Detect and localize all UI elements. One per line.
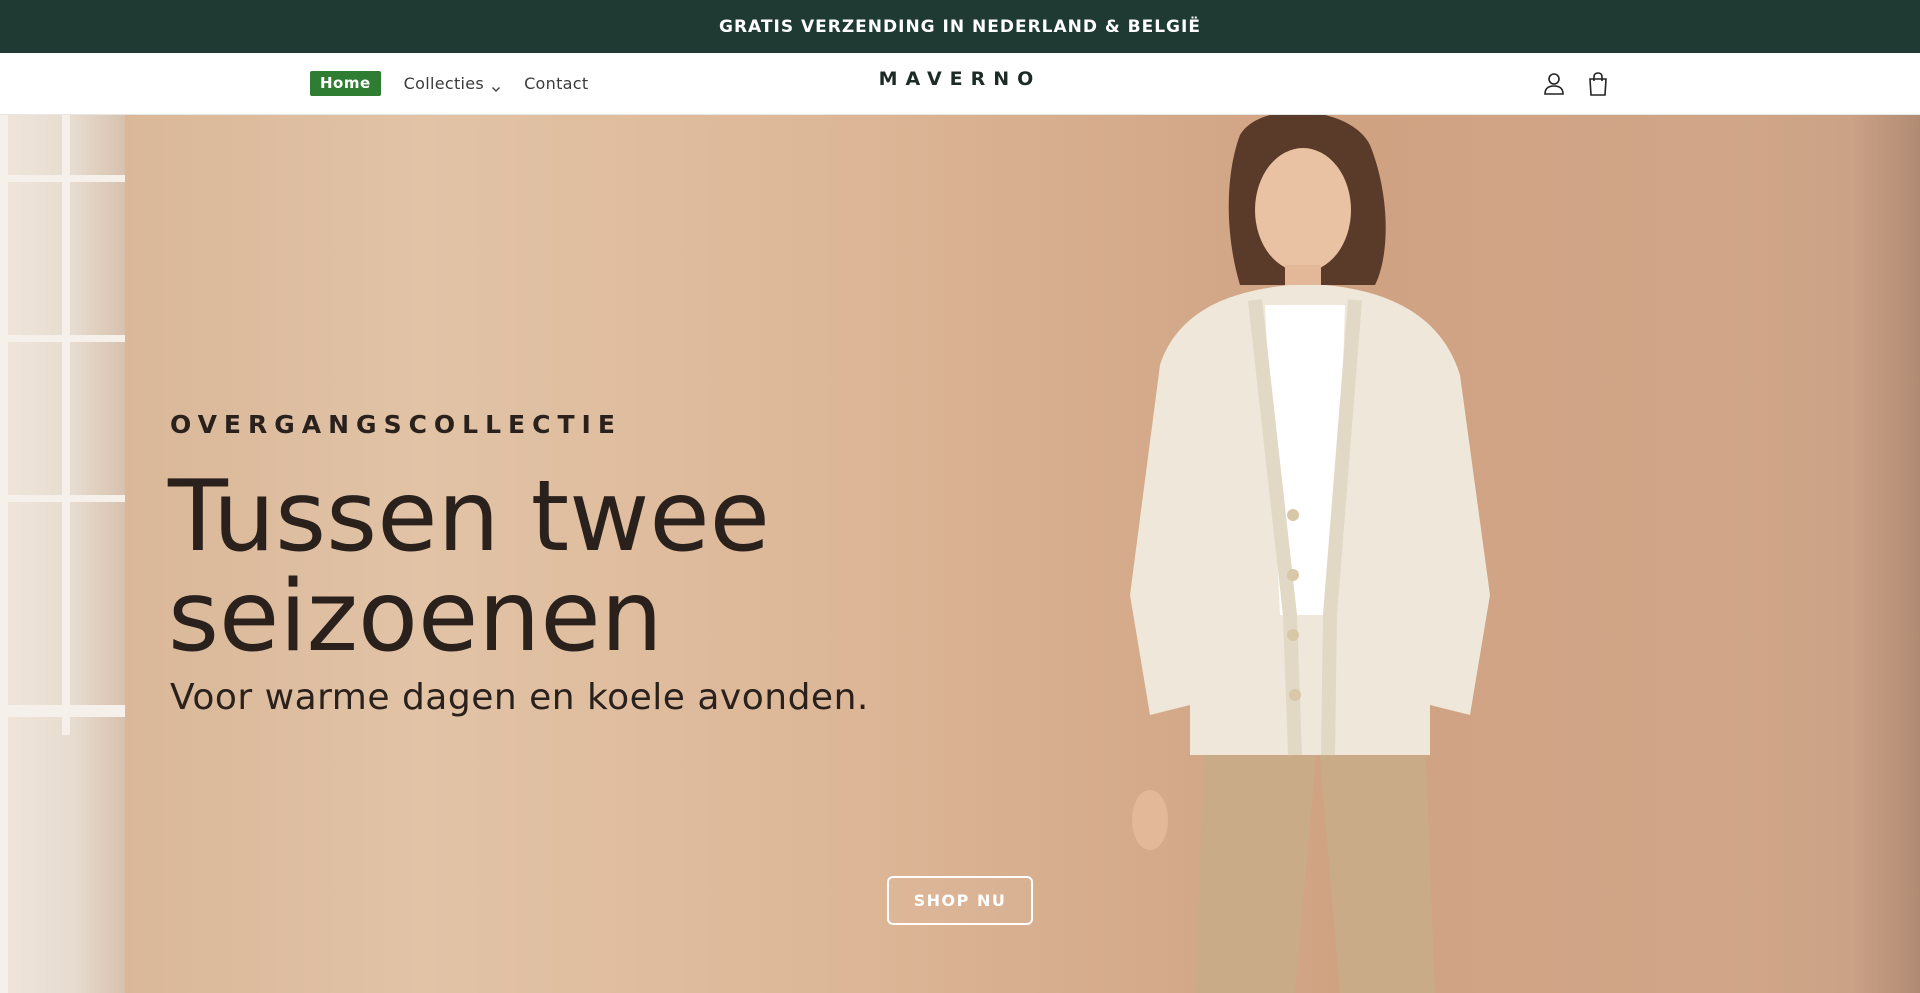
header-icons <box>1522 71 1610 97</box>
hero-eyebrow: OVERGANGSCOLLECTIE <box>170 410 622 439</box>
announcement-text: GRATIS VERZENDING IN NEDERLAND & BELGIË <box>719 16 1201 37</box>
announcement-bar: GRATIS VERZENDING IN NEDERLAND & BELGIË <box>0 0 1920 53</box>
site-logo[interactable]: MAVERNO <box>0 68 1920 90</box>
hero-headline-line-1: Tussen twee <box>168 460 770 574</box>
cart-icon[interactable] <box>1586 71 1610 97</box>
hero-headline: Tussen twee seizoenen <box>168 467 928 667</box>
hero-model-image <box>1130 115 1490 993</box>
account-icon[interactable] <box>1542 71 1566 97</box>
hero-banner: OVERGANGSCOLLECTIE Tussen twee seizoenen… <box>0 115 1920 993</box>
site-header: Home Collecties Contact MAVERNO <box>0 53 1920 115</box>
shop-now-button[interactable]: SHOP NU <box>887 876 1033 925</box>
hero-headline-line-2: seizoenen <box>168 560 663 674</box>
hero-wall-shadow <box>1850 115 1920 993</box>
hero-window-decor <box>0 115 125 993</box>
hero-subline: Voor warme dagen en koele avonden. <box>170 677 869 718</box>
